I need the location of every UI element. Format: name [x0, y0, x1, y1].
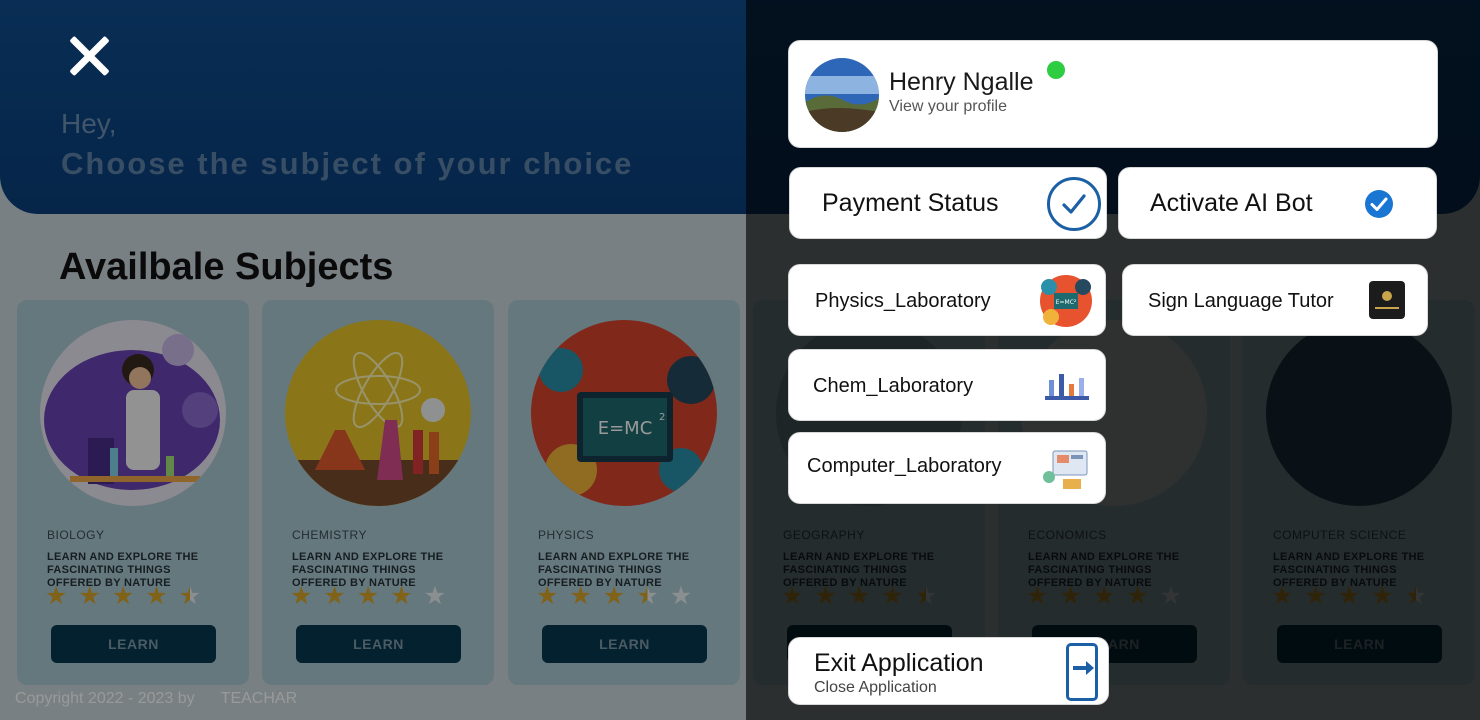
physics-lab-tile[interactable]: Physics_Laboratory E=MC²: [788, 264, 1106, 336]
chemistry-icon: [1037, 358, 1095, 414]
sign-language-tile[interactable]: Sign Language Tutor: [1122, 264, 1428, 336]
check-circle-icon[interactable]: [1046, 176, 1102, 232]
side-drawer: Henry Ngalle View your profile Payment S…: [746, 0, 1480, 720]
profile-subtitle: View your profile: [889, 98, 1007, 115]
exit-application-tile[interactable]: Exit Application Close Application: [788, 637, 1109, 705]
physics-lab-label: Physics_Laboratory: [815, 290, 991, 312]
ai-bot-label: Activate AI Bot: [1150, 189, 1313, 217]
sign-language-label: Sign Language Tutor: [1148, 290, 1334, 312]
computer-lab-tile[interactable]: Computer_Laboratory: [788, 432, 1106, 504]
computer-lab-label: Computer_Laboratory: [807, 455, 1002, 477]
teachar-logo-icon: [1369, 281, 1405, 319]
overlay-dim[interactable]: [0, 0, 746, 720]
payment-status-tile[interactable]: Payment Status: [789, 167, 1107, 239]
chem-lab-label: Chem_Laboratory: [813, 375, 974, 397]
chem-lab-tile[interactable]: Chem_Laboratory: [788, 349, 1106, 421]
ai-bot-tile[interactable]: Activate AI Bot: [1118, 167, 1437, 239]
online-status-dot: [1047, 61, 1065, 79]
exit-icon[interactable]: [1066, 643, 1098, 701]
exit-title: Exit Application: [814, 649, 984, 677]
payment-status-label: Payment Status: [822, 189, 999, 217]
profile-name: Henry Ngalle: [889, 68, 1034, 96]
avatar: [805, 58, 879, 132]
svg-text:E=MC²: E=MC²: [1056, 299, 1077, 306]
computer-icon: [1037, 441, 1095, 497]
exit-subtitle: Close Application: [814, 679, 937, 696]
profile-card[interactable]: Henry Ngalle View your profile: [788, 40, 1438, 148]
close-icon[interactable]: [67, 34, 111, 78]
physics-icon: E=MC²: [1037, 273, 1095, 329]
checkbox-checked-icon[interactable]: [1363, 188, 1395, 220]
